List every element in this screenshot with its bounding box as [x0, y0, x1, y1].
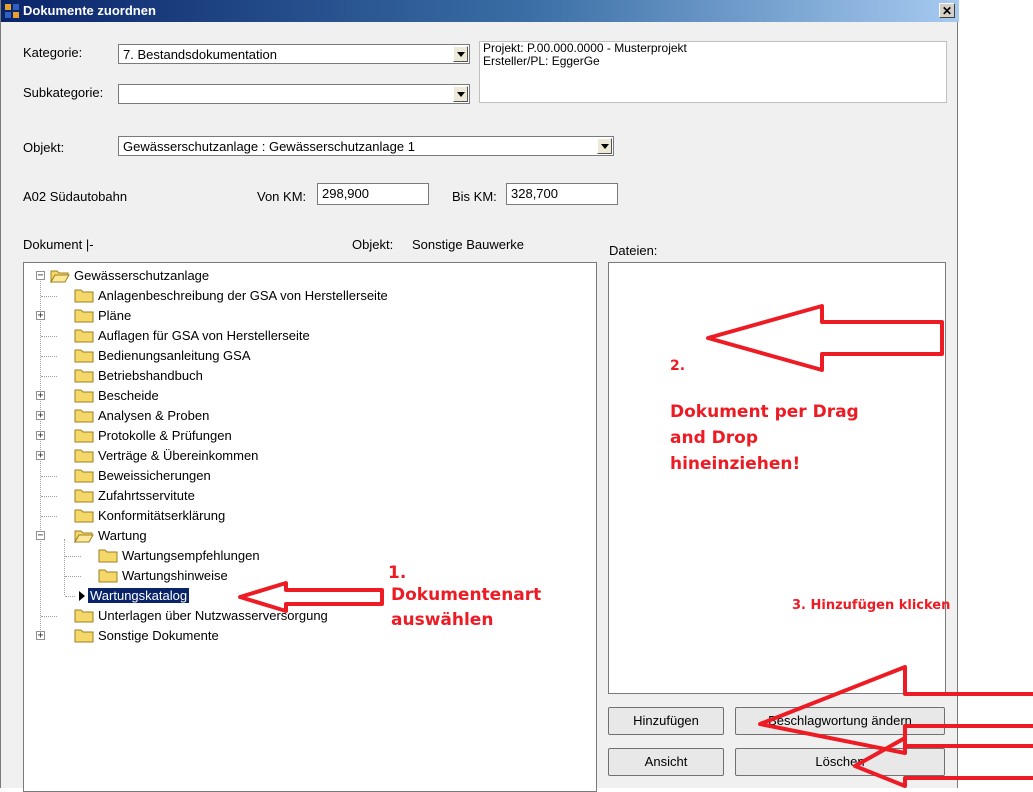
- step2-text-line2: and Drop: [670, 428, 759, 448]
- arrow-left-icon: [238, 581, 384, 613]
- step3-text: 3. Hinzufügen klicken: [792, 598, 951, 613]
- step2-number: 2.: [670, 358, 686, 374]
- arrow-left-icon: [758, 665, 1033, 755]
- step2-text-line1: Dokument per Drag: [670, 402, 859, 422]
- annotation-arrows: [238, 304, 1033, 788]
- step2-text-line3: hineinziehen!: [670, 454, 801, 474]
- arrow-left-icon: [706, 304, 944, 372]
- step1-number: 1.: [388, 563, 407, 583]
- step1-text-line1: Dokumentenart: [391, 585, 542, 605]
- arrow-left-icon: [853, 736, 1033, 788]
- step1-text-line2: auswählen: [391, 610, 494, 630]
